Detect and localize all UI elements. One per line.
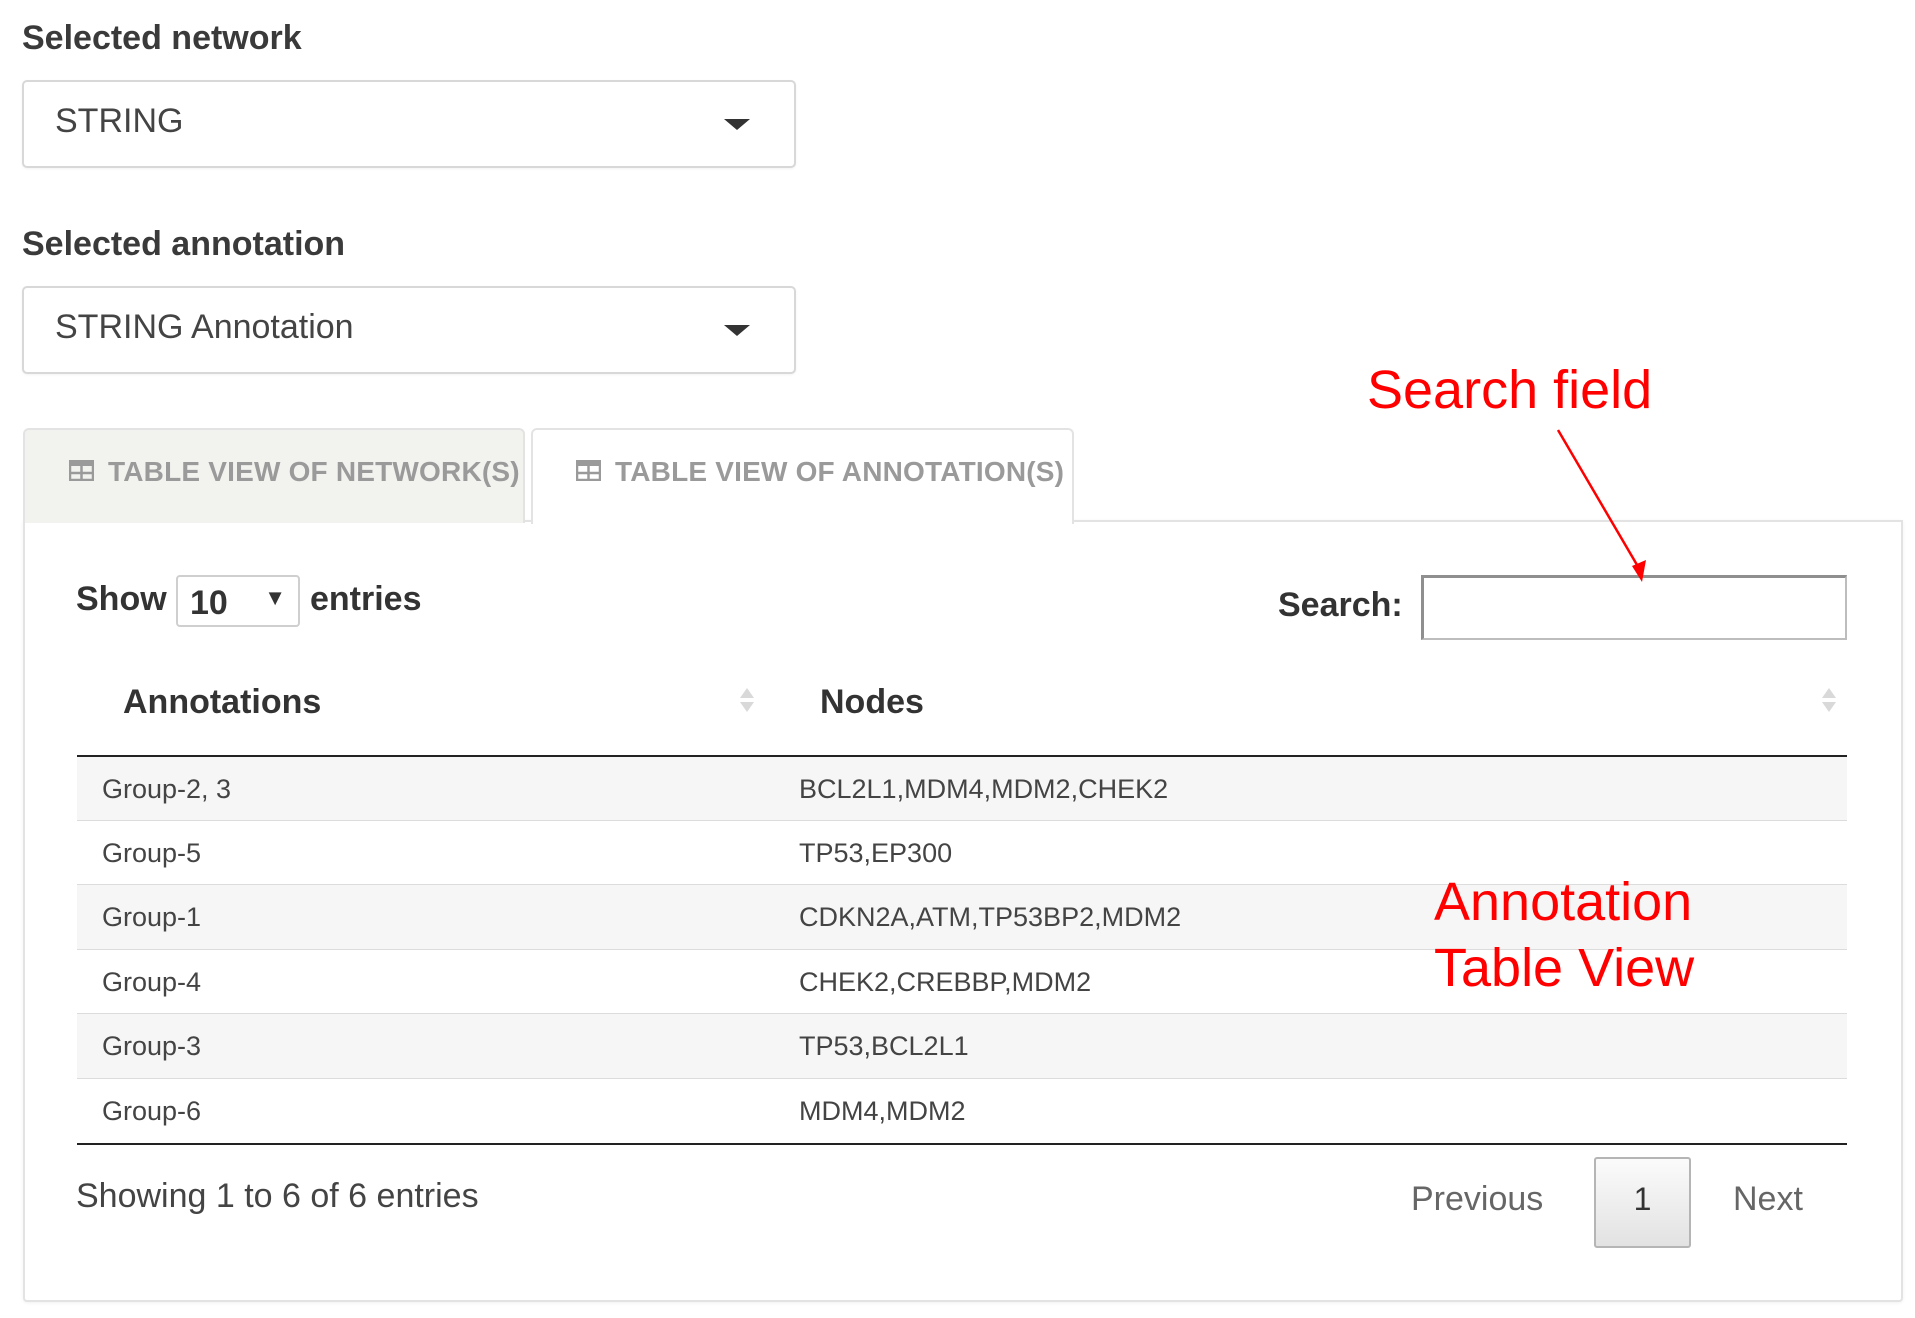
table-footer-divider bbox=[77, 1143, 1847, 1145]
tab-network-table[interactable]: TABLE VIEW OF NETWORK(S) bbox=[23, 428, 525, 523]
network-select-value: STRING bbox=[55, 102, 184, 140]
table-icon bbox=[576, 460, 601, 481]
tab-annotation-table[interactable]: TABLE VIEW OF ANNOTATION(S) bbox=[531, 428, 1074, 524]
cell-nodes: TP53,EP300 bbox=[799, 838, 953, 868]
show-label: Show bbox=[76, 580, 167, 618]
annotation-search-field: Search field bbox=[1367, 360, 1653, 420]
table-row[interactable]: Group-2, 3 BCL2L1,MDM4,MDM2,CHEK2 bbox=[77, 757, 1847, 821]
search-label: Search: bbox=[1278, 586, 1403, 624]
pagination-previous[interactable]: Previous bbox=[1411, 1180, 1543, 1219]
annotation-select[interactable]: STRING Annotation bbox=[22, 286, 796, 374]
selected-annotation-label: Selected annotation bbox=[22, 225, 346, 263]
tab-annotation-label: TABLE VIEW OF ANNOTATION(S) bbox=[615, 456, 1065, 487]
table-row[interactable]: Group-6 MDM4,MDM2 bbox=[77, 1079, 1847, 1143]
table-icon bbox=[69, 460, 94, 481]
annotation-table-view-line2: Table View bbox=[1434, 938, 1695, 998]
column-header-annotations[interactable]: Annotations bbox=[77, 660, 768, 756]
annotation-table-view-label: Annotation Table View bbox=[1434, 875, 1694, 995]
entries-length-select[interactable]: 10 ▼ bbox=[176, 575, 300, 627]
cell-annotation: Group-4 bbox=[102, 967, 202, 997]
pagination-next[interactable]: Next bbox=[1733, 1180, 1803, 1219]
chevron-down-icon bbox=[724, 325, 750, 336]
cell-nodes: MDM4,MDM2 bbox=[799, 1096, 966, 1126]
column-header-nodes[interactable]: Nodes bbox=[768, 660, 1847, 756]
annotation-table-view-line1: Annotation bbox=[1434, 872, 1693, 932]
entries-length-value: 10 bbox=[190, 584, 228, 622]
table-header: Annotations Nodes bbox=[77, 660, 1847, 756]
cell-annotation: Group-6 bbox=[102, 1096, 202, 1126]
dropdown-arrow-icon: ▼ bbox=[264, 585, 286, 610]
network-select[interactable]: STRING bbox=[22, 80, 796, 168]
selected-network-label: Selected network bbox=[22, 19, 302, 57]
column-header-nodes-label: Nodes bbox=[820, 683, 924, 721]
column-header-annotations-label: Annotations bbox=[123, 683, 322, 721]
cell-annotation: Group-5 bbox=[102, 838, 202, 868]
cell-annotation: Group-2, 3 bbox=[102, 774, 232, 804]
sort-icon bbox=[740, 688, 754, 712]
cell-nodes: CHEK2,CREBBP,MDM2 bbox=[799, 967, 1092, 997]
entries-label: entries bbox=[310, 580, 422, 618]
table-info: Showing 1 to 6 of 6 entries bbox=[76, 1177, 479, 1215]
cell-annotation: Group-3 bbox=[102, 1031, 202, 1061]
cell-annotation: Group-1 bbox=[102, 902, 202, 932]
tab-network-label: TABLE VIEW OF NETWORK(S) bbox=[108, 456, 520, 487]
sort-icon bbox=[1822, 688, 1836, 712]
cell-nodes: BCL2L1,MDM4,MDM2,CHEK2 bbox=[799, 774, 1169, 804]
pagination-page-1-label: 1 bbox=[1633, 1181, 1652, 1217]
cell-nodes: TP53,BCL2L1 bbox=[799, 1031, 969, 1061]
annotation-select-value: STRING Annotation bbox=[55, 308, 354, 346]
annotation-arrow bbox=[1556, 429, 1646, 582]
chevron-down-icon bbox=[724, 119, 750, 130]
cell-nodes: CDKN2A,ATM,TP53BP2,MDM2 bbox=[799, 902, 1182, 932]
pagination-page-1[interactable]: 1 bbox=[1594, 1157, 1691, 1248]
table-row[interactable]: Group-3 TP53,BCL2L1 bbox=[77, 1014, 1847, 1079]
